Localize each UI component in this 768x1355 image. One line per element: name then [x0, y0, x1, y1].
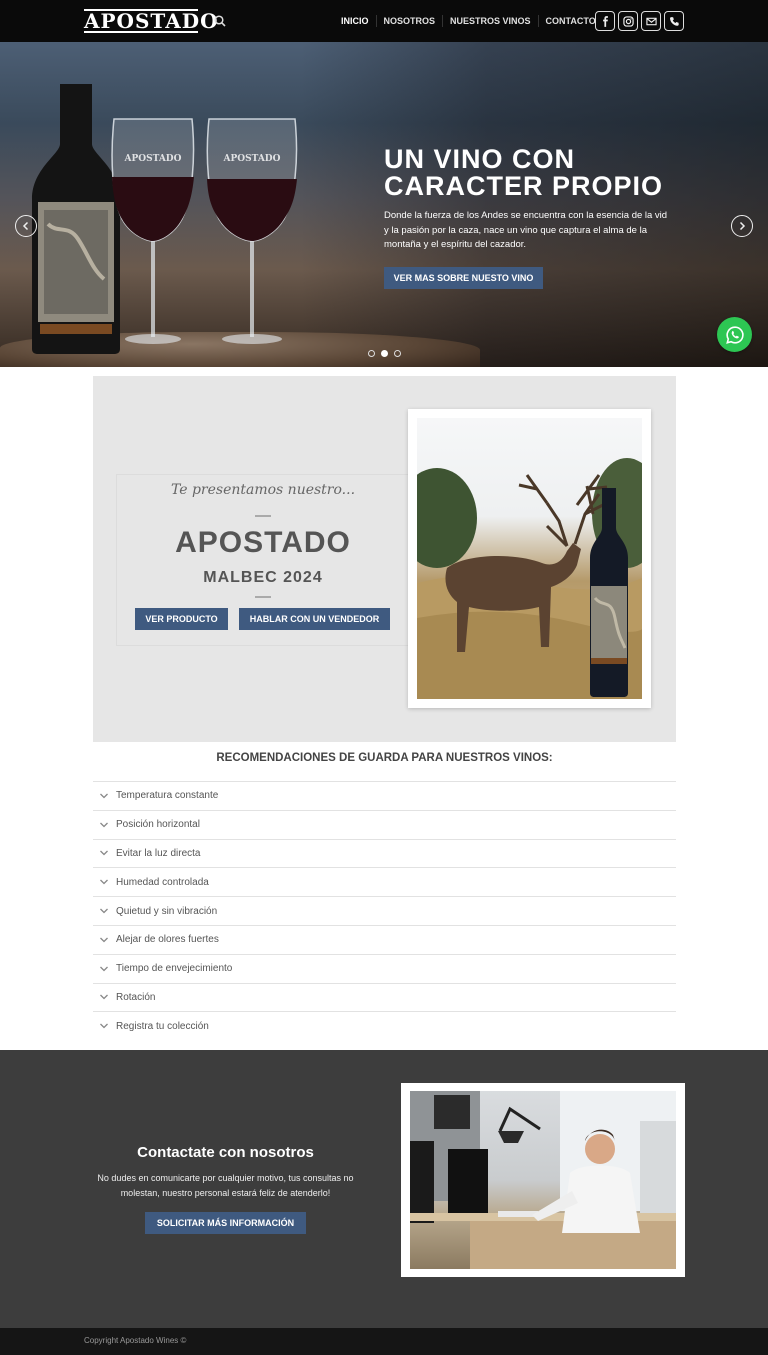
- accordion-label: Evitar la luz directa: [116, 847, 201, 859]
- slider-dots: [368, 350, 401, 357]
- accordion-label: Humedad controlada: [116, 876, 209, 888]
- contact-title: Contactate con nosotros: [137, 1144, 314, 1161]
- request-info-button[interactable]: SOLICITAR MÁS INFORMACIÓN: [145, 1212, 306, 1234]
- featured-subtitle: MALBEC 2024: [203, 569, 323, 586]
- accordion-item-temperatura[interactable]: Temperatura constante: [93, 781, 676, 810]
- accordion-item-envejecimiento[interactable]: Tiempo de envejecimiento: [93, 953, 676, 983]
- slider-next-button[interactable]: [731, 215, 753, 237]
- hero-title-line2: CARACTER PROPIO: [384, 171, 664, 201]
- divider: [255, 515, 271, 517]
- wine-glass-right: APOSTADO: [206, 118, 298, 344]
- mail-icon[interactable]: [641, 11, 661, 31]
- chevron-down-icon: [100, 793, 108, 799]
- hero-description: Donde la fuerza de los Andes se encuentr…: [384, 210, 668, 250]
- accordion-label: Rotación: [116, 991, 156, 1003]
- svg-text:APOSTADO: APOSTADO: [223, 154, 281, 164]
- chevron-down-icon: [100, 995, 108, 1000]
- deer-bottle-image: [417, 418, 642, 699]
- nav-nosotros[interactable]: NOSOTROS: [375, 15, 443, 27]
- site-header: APOSTADO INICIO NOSOTROS NUESTROS VINOS …: [0, 0, 768, 42]
- hero-cta-button[interactable]: VER MAS SOBRE NUESTO VINO: [384, 267, 543, 289]
- recommendations-title: RECOMENDACIONES DE GUARDA PARA NUESTROS …: [216, 752, 553, 764]
- slider-dot-1[interactable]: [368, 350, 375, 357]
- hero-title-line1: UN VINO CON: [384, 144, 576, 174]
- site-logo[interactable]: APOSTADO: [84, 9, 218, 33]
- accordion-item-rotacion[interactable]: Rotación: [93, 982, 676, 1012]
- divider: [255, 596, 271, 598]
- chevron-down-icon: [100, 1023, 108, 1029]
- accordion-label: Posición horizontal: [116, 819, 200, 831]
- instagram-icon[interactable]: [618, 11, 638, 31]
- accordion-label: Temperatura constante: [116, 790, 219, 802]
- accordion-item-coleccion[interactable]: Registra tu colección: [93, 1011, 676, 1040]
- chevron-right-icon: [739, 221, 746, 231]
- accordion-item-luz[interactable]: Evitar la luz directa: [93, 838, 676, 868]
- copyright-text: Copyright Apostado Wines ©: [84, 1336, 187, 1345]
- chevron-down-icon: [100, 966, 108, 972]
- chevron-down-icon: [100, 851, 108, 856]
- slider-prev-button[interactable]: [15, 215, 37, 237]
- chevron-down-icon: [100, 822, 108, 828]
- phone-icon[interactable]: [664, 11, 684, 31]
- nav-nuestros-vinos[interactable]: NUESTROS VINOS: [442, 15, 538, 27]
- social-links: [595, 11, 684, 31]
- slider-dot-3[interactable]: [394, 350, 401, 357]
- chevron-down-icon: [100, 879, 108, 885]
- talk-to-seller-button[interactable]: HABLAR CON UN VENDEDOR: [239, 608, 390, 630]
- slider-dot-2[interactable]: [381, 350, 388, 357]
- search-icon[interactable]: [214, 15, 226, 27]
- whatsapp-button[interactable]: [717, 317, 752, 352]
- facebook-icon[interactable]: [595, 11, 615, 31]
- svg-text:APOSTADO: APOSTADO: [124, 154, 182, 164]
- accordion-item-posicion[interactable]: Posición horizontal: [93, 809, 676, 839]
- office-illustration: [410, 1091, 676, 1269]
- accordion-label: Tiempo de envejecimiento: [116, 963, 233, 975]
- hero-background: [300, 42, 768, 367]
- contact-description: No dudes en comunicarte por cualquier mo…: [97, 1173, 354, 1198]
- view-product-button[interactable]: VER PRODUCTO: [135, 608, 228, 630]
- accordion-item-humedad[interactable]: Humedad controlada: [93, 867, 676, 896]
- deer-illustration: [417, 458, 642, 699]
- nav-contacto[interactable]: CONTACTO: [537, 15, 603, 27]
- featured-title: APOSTADO: [175, 526, 351, 559]
- chevron-down-icon: [100, 937, 108, 943]
- wine-glass-left: APOSTADO: [111, 118, 195, 344]
- contact-photo-frame: [401, 1083, 685, 1277]
- chevron-left-icon: [22, 221, 29, 231]
- accordion-label: Registra tu colección: [116, 1020, 209, 1032]
- chevron-down-icon: [100, 908, 108, 914]
- main-nav: INICIO NOSOTROS NUESTROS VINOS CONTACTO: [334, 14, 603, 28]
- accordion-label: Quietud y sin vibración: [116, 905, 218, 917]
- hero-title: UN VINO CON CARACTER PROPIO: [384, 146, 714, 200]
- nav-inicio[interactable]: INICIO: [334, 15, 376, 27]
- accordion-item-quietud[interactable]: Quietud y sin vibración: [93, 896, 676, 925]
- office-worker-image: [410, 1091, 676, 1269]
- site-footer: Copyright Apostado Wines ©: [0, 1328, 768, 1355]
- accordion-item-olores[interactable]: Alejar de olores fuertes: [93, 924, 676, 954]
- whatsapp-icon: [725, 325, 744, 344]
- hero-slider: APOSTADO APOSTADO: [0, 42, 768, 367]
- product-photo-frame: [408, 409, 651, 708]
- recommendations-accordion: Temperatura constante Posición horizonta…: [93, 781, 676, 1040]
- accordion-label: Alejar de olores fuertes: [116, 934, 219, 946]
- featured-intro: Te presentamos nuestro...: [170, 482, 356, 498]
